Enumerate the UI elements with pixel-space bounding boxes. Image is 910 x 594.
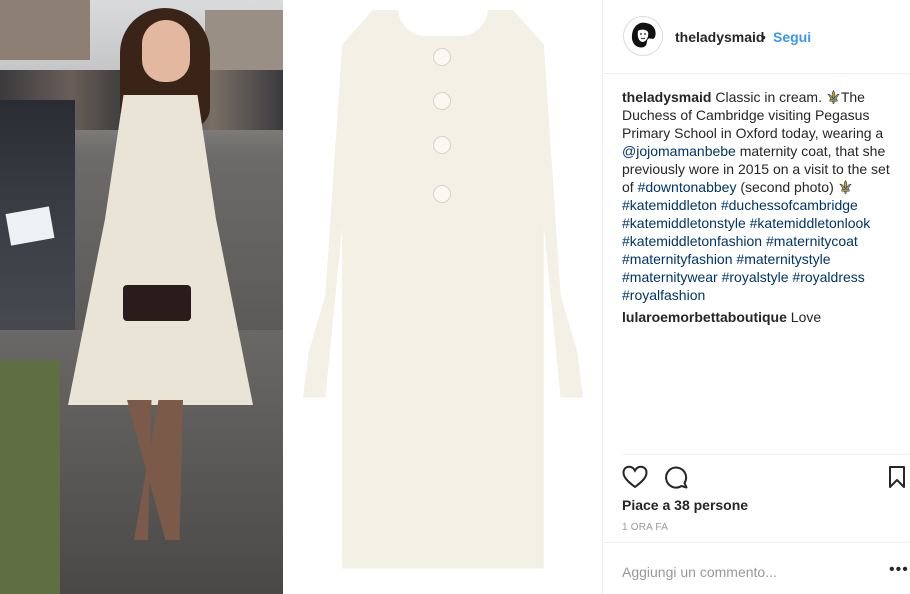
heart-icon[interactable] bbox=[622, 465, 648, 489]
comment-bubble-icon[interactable] bbox=[664, 465, 688, 489]
mention-link[interactable]: @jojomamanbebe bbox=[622, 143, 736, 159]
fleur-de-lis-emoji-icon bbox=[827, 90, 840, 104]
hashtag-link[interactable]: #maternitycoat bbox=[766, 233, 858, 249]
likes-count[interactable]: Piace a 38 persone bbox=[622, 497, 748, 513]
hashtag-link[interactable]: #royalfashion bbox=[622, 287, 705, 303]
caption: theladysmaid Classic in cream. The Duche… bbox=[622, 88, 900, 304]
post-username[interactable]: theladysmaid bbox=[675, 29, 764, 45]
hashtag-link[interactable]: #duchessofcambridge bbox=[721, 197, 858, 213]
hashtag-list: #katemiddleton #duchessofcambridge #kate… bbox=[622, 197, 870, 303]
hashtag-link[interactable]: #katemiddletonfashion bbox=[622, 233, 762, 249]
comment-form: ••• bbox=[603, 542, 910, 594]
comment-text: Love bbox=[790, 309, 822, 325]
hashtag-link[interactable]: #royalstyle bbox=[722, 269, 789, 285]
hashtag-link[interactable]: #maternitywear bbox=[622, 269, 718, 285]
more-options-icon[interactable]: ••• bbox=[889, 562, 909, 578]
post-header: theladysmaid • Segui bbox=[603, 0, 910, 74]
post-timestamp[interactable]: 1 ORA FA bbox=[622, 522, 668, 533]
comments-list: theladysmaid Classic in cream. The Duche… bbox=[622, 88, 900, 326]
hashtag-link[interactable]: #maternityfashion bbox=[622, 251, 733, 267]
photo-duchess-in-cream-coat bbox=[0, 0, 283, 594]
hashtag-link[interactable]: #katemiddletonlook bbox=[750, 215, 871, 231]
comment-input[interactable] bbox=[622, 562, 862, 582]
hashtag-link[interactable]: #katemiddleton bbox=[622, 197, 717, 213]
hashtag-link[interactable]: #downtonabbey bbox=[638, 179, 737, 195]
actions-divider bbox=[623, 454, 910, 455]
separator-dot: • bbox=[761, 29, 766, 45]
caption-text-1: Classic in cream. bbox=[711, 89, 826, 105]
avatar[interactable] bbox=[623, 16, 663, 56]
photo-cream-coat-product bbox=[283, 0, 602, 594]
post-sidebar: theladysmaid • Segui theladysmaid Classi… bbox=[602, 0, 910, 594]
hashtag-link[interactable]: #maternitystyle bbox=[736, 251, 830, 267]
comment-item: lularoemorbettaboutique Love bbox=[622, 308, 900, 326]
comment-username[interactable]: lularoemorbettaboutique bbox=[622, 309, 787, 325]
hashtag-link[interactable]: #royaldress bbox=[792, 269, 864, 285]
hashtag-link[interactable]: #katemiddletonstyle bbox=[622, 215, 746, 231]
follow-button[interactable]: Segui bbox=[773, 29, 811, 45]
caption-username[interactable]: theladysmaid bbox=[622, 89, 711, 105]
caption-text-4: (second photo) bbox=[736, 179, 838, 195]
profile-portrait-icon bbox=[624, 17, 662, 55]
bookmark-icon[interactable] bbox=[888, 465, 906, 489]
post-media[interactable] bbox=[0, 0, 602, 594]
fleur-de-lis-emoji-icon bbox=[838, 180, 852, 194]
